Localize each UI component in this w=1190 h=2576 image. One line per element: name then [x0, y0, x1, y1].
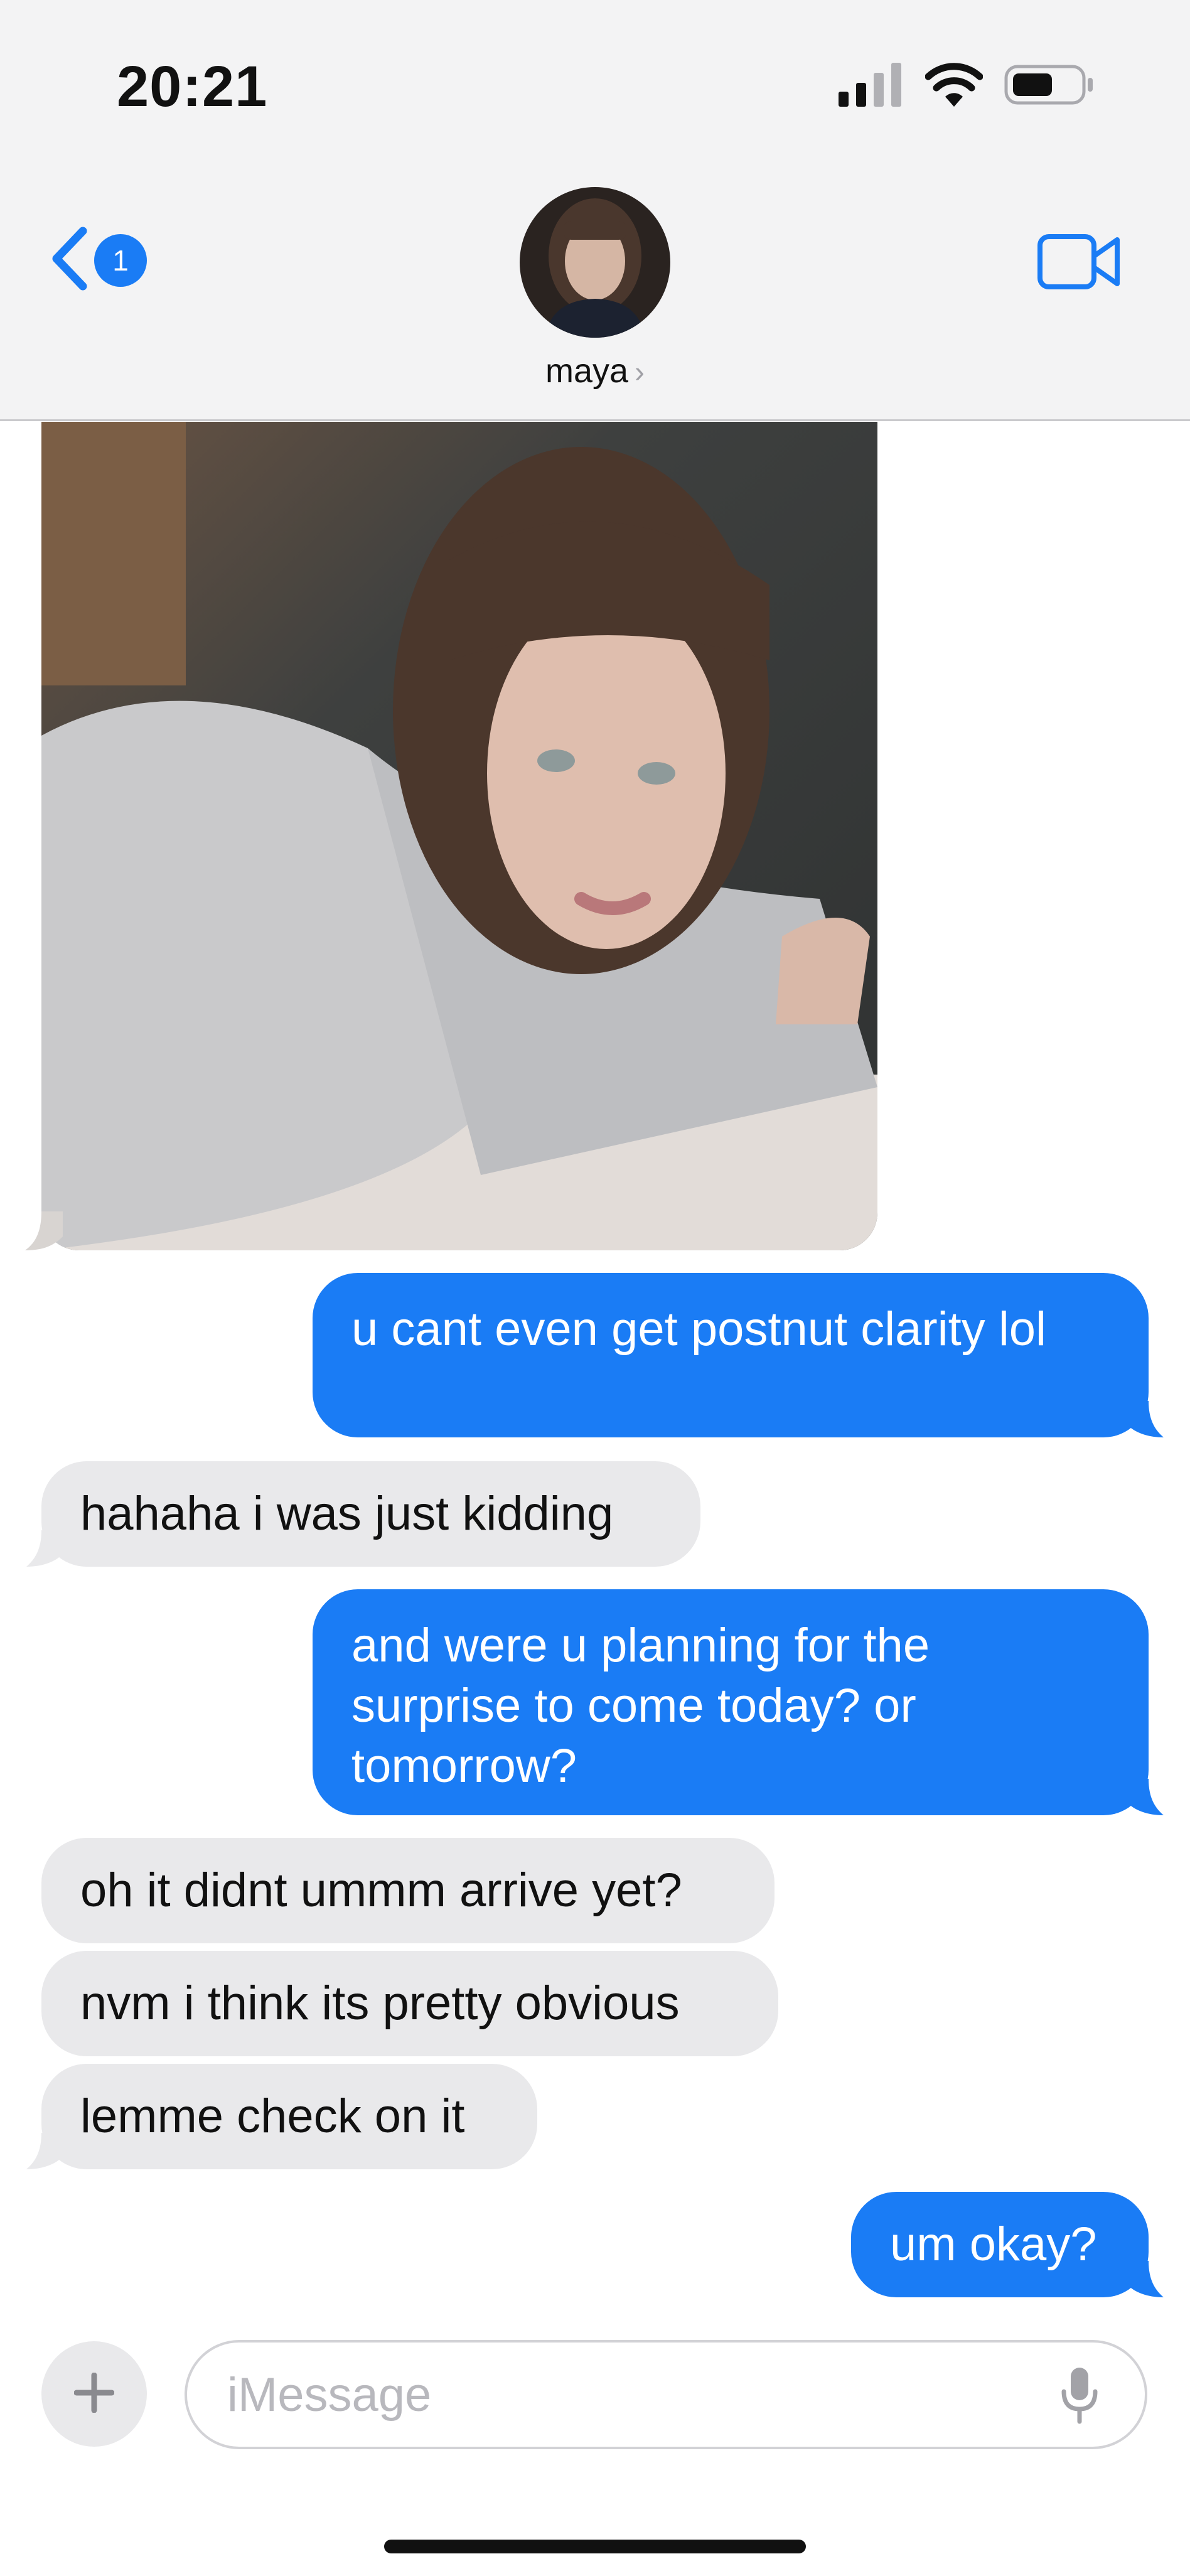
message-incoming[interactable]: lemme check on it	[41, 2064, 537, 2169]
message-input-placeholder: iMessage	[227, 2368, 432, 2422]
status-time: 20:21	[117, 55, 268, 119]
photo-message[interactable]	[41, 422, 877, 1250]
message-outgoing[interactable]: um okay?	[851, 2192, 1149, 2297]
video-call-icon	[1037, 234, 1122, 292]
contact-avatar[interactable]	[520, 187, 670, 338]
home-indicator	[384, 2540, 806, 2553]
battery-icon	[1004, 63, 1095, 110]
message-outgoing[interactable]: u cant even get postnut clarity lol	[313, 1273, 1149, 1437]
contact-name[interactable]: maya ›	[0, 352, 1190, 390]
message-incoming[interactable]: nvm i think its pretty obvious	[41, 1951, 778, 2056]
name-chevron-icon: ›	[635, 356, 645, 389]
message-incoming[interactable]: hahaha i was just kidding	[41, 1461, 700, 1567]
plus-icon	[73, 2372, 115, 2416]
status-icons	[839, 63, 1095, 110]
photo-tail	[25, 1211, 63, 1250]
cellular-signal-icon	[839, 63, 904, 110]
conversation-header: 20:21 1 maya ›	[0, 0, 1190, 421]
wifi-icon	[925, 63, 984, 110]
back-button[interactable]: 1	[49, 226, 147, 294]
video-call-button[interactable]	[1037, 233, 1122, 293]
message-outgoing[interactable]: and were u planning for the surprise to …	[313, 1589, 1149, 1815]
bubble-tail	[26, 1530, 63, 1567]
microphone-icon[interactable]	[1061, 2366, 1098, 2427]
message-incoming[interactable]: oh it didnt ummm arrive yet?	[41, 1838, 775, 1943]
message-input[interactable]: iMessage	[185, 2340, 1147, 2449]
back-chevron-icon	[49, 226, 89, 294]
unread-badge: 1	[94, 233, 147, 287]
bubble-tail	[1127, 2261, 1164, 2297]
apps-plus-button[interactable]	[41, 2341, 147, 2447]
contact-name-text: maya	[545, 352, 629, 390]
bubble-tail	[1127, 1779, 1164, 1815]
bubble-tail	[1127, 1401, 1164, 1437]
bubble-tail	[26, 2133, 63, 2169]
